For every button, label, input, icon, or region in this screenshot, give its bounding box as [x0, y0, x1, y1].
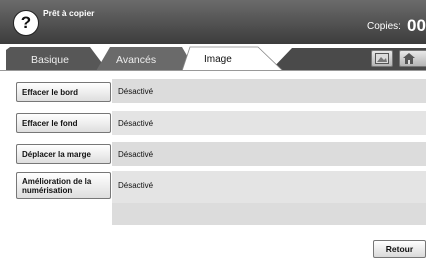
erase-background-button[interactable]: Effacer le fond — [16, 113, 111, 133]
tab-image[interactable]: Image — [204, 54, 232, 65]
copies-count: 00 — [407, 16, 426, 35]
option-row-bg — [112, 142, 426, 166]
home-icon — [403, 53, 415, 64]
scan-enhancement-button[interactable]: Amélioration de la numérisation — [16, 172, 111, 199]
image-icon — [375, 53, 389, 64]
option-row-bg — [112, 171, 426, 203]
erase-edge-button[interactable]: Effacer le bord — [16, 82, 111, 102]
erase-edge-value: Désactivé — [118, 87, 154, 96]
erase-background-value: Désactivé — [118, 119, 154, 128]
back-button[interactable]: Retour — [373, 240, 426, 258]
tab-basique[interactable]: Basique — [31, 54, 69, 66]
copies-label: Copies: — [367, 21, 401, 32]
scan-enhancement-value: Désactivé — [118, 181, 154, 190]
tab-bar: Basique Avancés Image — [0, 44, 426, 71]
status-bar: ? Prêt à copier Copies: 00 — [0, 0, 426, 44]
margin-shift-button[interactable]: Déplacer la marge — [16, 144, 111, 164]
machine-status: Prêt à copier — [43, 8, 95, 18]
option-row-bg — [112, 79, 426, 103]
question-mark-icon: ? — [20, 13, 32, 32]
option-row-bg — [112, 203, 426, 225]
help-button[interactable]: ? — [13, 10, 39, 36]
margin-shift-value: Désactivé — [118, 150, 154, 159]
home-button[interactable] — [399, 50, 426, 67]
option-row-bg — [112, 111, 426, 135]
tab-avances[interactable]: Avancés — [116, 54, 156, 66]
image-mode-button[interactable] — [371, 50, 393, 67]
options-panel: Effacer le bord Désactivé Effacer le fon… — [0, 71, 426, 260]
